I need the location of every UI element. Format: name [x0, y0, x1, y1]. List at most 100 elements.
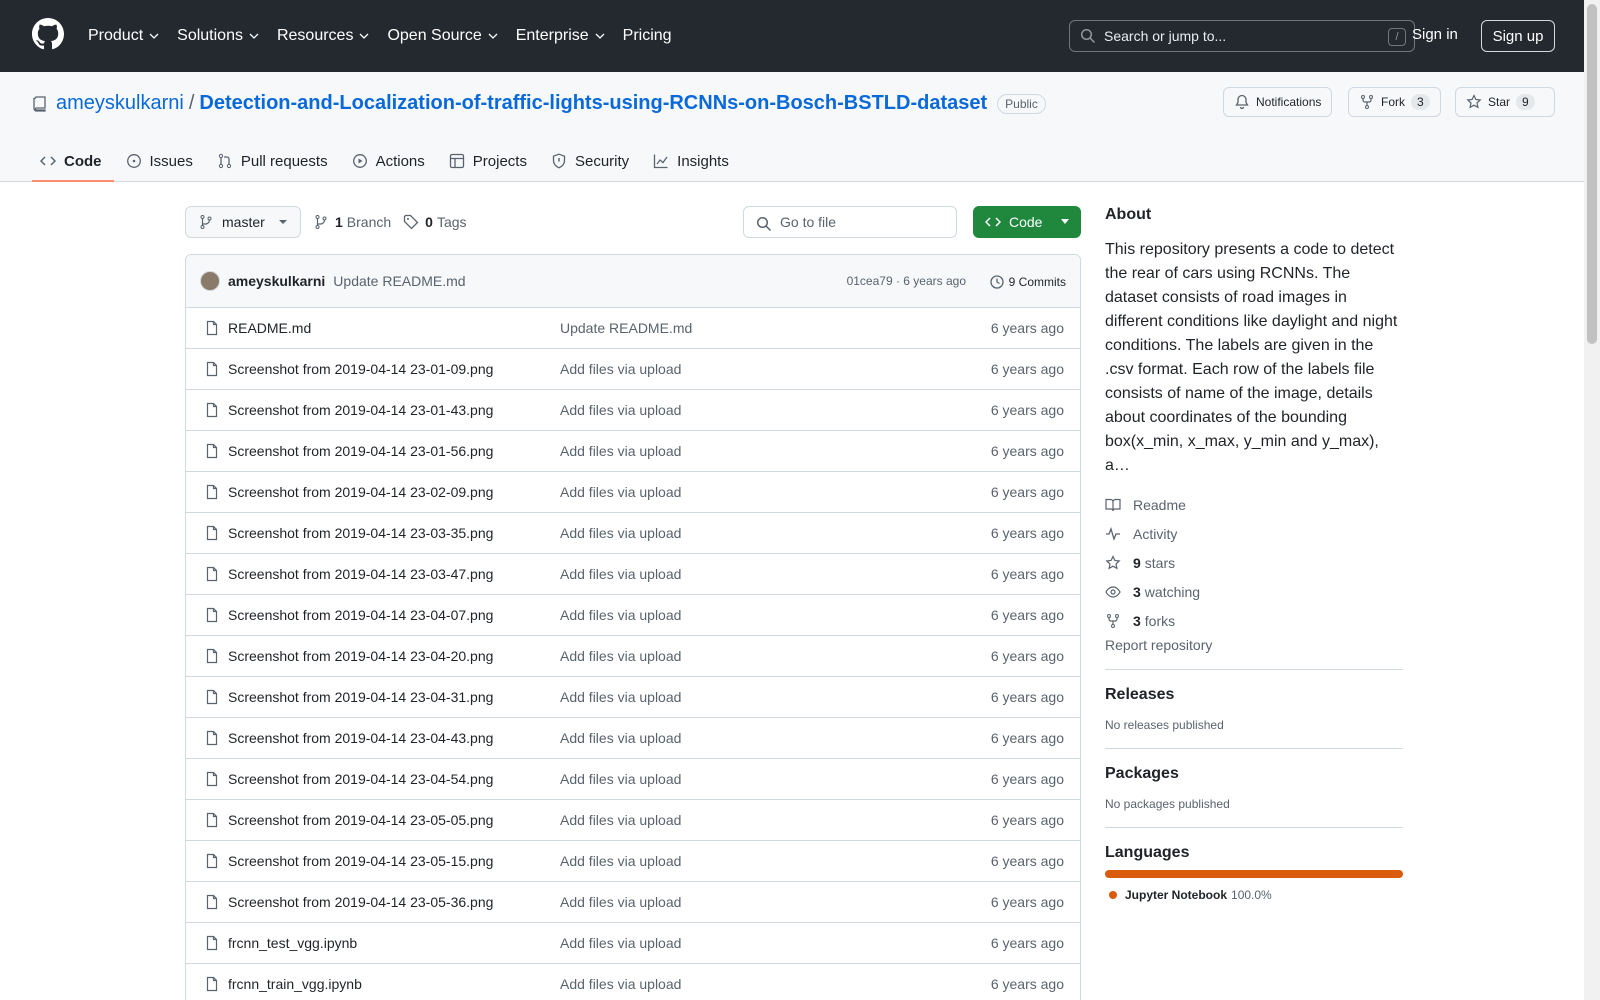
repo-name-link[interactable]: Detection-and-Localization-of-traffic-li…	[199, 92, 987, 115]
file-commit-message[interactable]: Add files via upload	[560, 607, 681, 623]
code-dropdown-button[interactable]: Code	[973, 206, 1081, 238]
file-commit-message[interactable]: Add files via upload	[560, 730, 681, 746]
commit-message[interactable]: Update README.md	[333, 273, 465, 289]
nav-pricing[interactable]: Pricing	[623, 27, 672, 45]
file-commit-message[interactable]: Add files via upload	[560, 976, 681, 992]
file-row[interactable]: Screenshot from 2019-04-14 23-05-15.png A…	[186, 841, 1080, 882]
file-name-link[interactable]: frcnn_train_vgg.ipynb	[228, 976, 362, 992]
file-name-link[interactable]: Screenshot from 2019-04-14 23-05-15.png	[228, 853, 493, 869]
global-search-input[interactable]: Search or jump to... /	[1069, 20, 1415, 52]
file-row[interactable]: README.md Update README.md 6 years ago	[186, 308, 1080, 349]
file-row[interactable]: Screenshot from 2019-04-14 23-01-09.png A…	[186, 349, 1080, 390]
report-repository-link[interactable]: Report repository	[1105, 637, 1403, 653]
file-name-link[interactable]: Screenshot from 2019-04-14 23-04-31.png	[228, 689, 493, 705]
file-commit-message[interactable]: Add files via upload	[560, 648, 681, 664]
stars-link[interactable]: 9 stars	[1105, 548, 1403, 577]
file-row[interactable]: Screenshot from 2019-04-14 23-04-43.png A…	[186, 718, 1080, 759]
tags-label[interactable]: Tags	[437, 214, 467, 230]
watching-link[interactable]: 3 watching	[1105, 577, 1403, 606]
scrollbar-thumb[interactable]	[1587, 4, 1597, 344]
tab-code[interactable]: Code	[32, 140, 114, 182]
tab-insights[interactable]: Insights	[645, 140, 741, 182]
file-row[interactable]: Screenshot from 2019-04-14 23-04-54.png A…	[186, 759, 1080, 800]
commit-hash-time[interactable]: 01cea79 · 6 years ago	[847, 274, 966, 288]
file-commit-message[interactable]: Add files via upload	[560, 402, 681, 418]
activity-link[interactable]: Activity	[1105, 519, 1403, 548]
file-row[interactable]: Screenshot from 2019-04-14 23-04-31.png A…	[186, 677, 1080, 718]
repo-owner-link[interactable]: ameyskulkarni	[56, 92, 184, 115]
file-commit-message[interactable]: Add files via upload	[560, 689, 681, 705]
nav-solutions[interactable]: Solutions	[177, 27, 259, 45]
branch-select-button[interactable]: master	[185, 206, 301, 238]
releases-title[interactable]: Releases	[1105, 686, 1403, 704]
file-commit-message[interactable]: Add files via upload	[560, 812, 681, 828]
file-name-link[interactable]: Screenshot from 2019-04-14 23-04-07.png	[228, 607, 493, 623]
avatar[interactable]	[200, 271, 220, 291]
notifications-button[interactable]: Notifications	[1223, 87, 1333, 117]
file-commit-message[interactable]: Add files via upload	[560, 853, 681, 869]
nav-resources[interactable]: Resources	[277, 27, 369, 45]
file-row[interactable]: Screenshot from 2019-04-14 23-05-05.png A…	[186, 800, 1080, 841]
file-icon	[206, 484, 218, 500]
file-row[interactable]: Screenshot from 2019-04-14 23-02-09.png A…	[186, 472, 1080, 513]
file-commit-message[interactable]: Add files via upload	[560, 935, 681, 951]
file-name-link[interactable]: Screenshot from 2019-04-14 23-03-47.png	[228, 566, 493, 582]
tab-issues[interactable]: Issues	[118, 140, 205, 182]
file-row[interactable]: frcnn_train_vgg.ipynb Add files via uploa…	[186, 964, 1080, 1000]
commit-author[interactable]: ameyskulkarni	[228, 273, 325, 289]
file-name-link[interactable]: Screenshot from 2019-04-14 23-01-43.png	[228, 402, 493, 418]
tab-security[interactable]: Security	[543, 140, 641, 182]
tab-actions[interactable]: Actions	[344, 140, 437, 182]
file-name-link[interactable]: frcnn_test_vgg.ipynb	[228, 935, 357, 951]
github-logo-icon[interactable]	[32, 18, 64, 50]
file-row[interactable]: Screenshot from 2019-04-14 23-01-43.png A…	[186, 390, 1080, 431]
file-row[interactable]: Screenshot from 2019-04-14 23-04-20.png A…	[186, 636, 1080, 677]
tab-label: Projects	[472, 152, 527, 170]
file-name-link[interactable]: Screenshot from 2019-04-14 23-04-20.png	[228, 648, 493, 664]
fork-button[interactable]: Fork 3	[1348, 87, 1441, 117]
file-commit-message[interactable]: Add files via upload	[560, 361, 681, 377]
forks-link[interactable]: 3 forks	[1105, 606, 1403, 635]
file-name-link[interactable]: Screenshot from 2019-04-14 23-04-43.png	[228, 730, 493, 746]
go-to-file-input[interactable]: Go to file	[743, 206, 957, 238]
nav-open-source[interactable]: Open Source	[387, 27, 498, 45]
sign-up-button[interactable]: Sign up	[1481, 20, 1555, 52]
file-name-link[interactable]: Screenshot from 2019-04-14 23-05-36.png	[228, 894, 493, 910]
file-commit-message[interactable]: Add files via upload	[560, 525, 681, 541]
file-commit-message[interactable]: Add files via upload	[560, 443, 681, 459]
file-row[interactable]: Screenshot from 2019-04-14 23-05-36.png A…	[186, 882, 1080, 923]
file-name-link[interactable]: Screenshot from 2019-04-14 23-05-05.png	[228, 812, 493, 828]
file-name-link[interactable]: Screenshot from 2019-04-14 23-01-09.png	[228, 361, 493, 377]
language-item[interactable]: Jupyter Notebook 100.0%	[1109, 888, 1403, 902]
readme-link[interactable]: Readme	[1105, 490, 1403, 519]
branches-count[interactable]: 1	[335, 214, 343, 230]
file-commit-message[interactable]: Add files via upload	[560, 566, 681, 582]
file-name-link[interactable]: Screenshot from 2019-04-14 23-01-56.png	[228, 443, 493, 459]
branches-label[interactable]: Branch	[347, 214, 391, 230]
file-row[interactable]: Screenshot from 2019-04-14 23-04-07.png A…	[186, 595, 1080, 636]
file-icon	[206, 361, 218, 377]
file-row[interactable]: Screenshot from 2019-04-14 23-03-35.png A…	[186, 513, 1080, 554]
sign-in-link[interactable]: Sign in	[1412, 26, 1458, 43]
file-row[interactable]: frcnn_test_vgg.ipynb Add files via upload…	[186, 923, 1080, 964]
commits-link[interactable]: 9 Commits	[989, 274, 1066, 290]
file-name-link[interactable]: README.md	[228, 320, 311, 336]
file-row[interactable]: Screenshot from 2019-04-14 23-01-56.png A…	[186, 431, 1080, 472]
file-row[interactable]: Screenshot from 2019-04-14 23-03-47.png A…	[186, 554, 1080, 595]
file-age: 6 years ago	[990, 771, 1064, 787]
tab-pull-requests[interactable]: Pull requests	[209, 140, 340, 182]
star-button[interactable]: Star 9	[1455, 87, 1555, 117]
nav-enterprise[interactable]: Enterprise	[516, 27, 605, 45]
file-name-link[interactable]: Screenshot from 2019-04-14 23-02-09.png	[228, 484, 493, 500]
file-commit-message[interactable]: Add files via upload	[560, 894, 681, 910]
file-commit-message[interactable]: Add files via upload	[560, 484, 681, 500]
packages-title[interactable]: Packages	[1105, 765, 1403, 783]
play-icon	[352, 154, 367, 168]
nav-product[interactable]: Product	[88, 27, 159, 45]
tags-count[interactable]: 0	[425, 214, 433, 230]
file-commit-message[interactable]: Add files via upload	[560, 771, 681, 787]
file-commit-message[interactable]: Update README.md	[560, 320, 692, 336]
file-name-link[interactable]: Screenshot from 2019-04-14 23-03-35.png	[228, 525, 493, 541]
file-name-link[interactable]: Screenshot from 2019-04-14 23-04-54.png	[228, 771, 493, 787]
tab-projects[interactable]: Projects	[441, 140, 539, 182]
